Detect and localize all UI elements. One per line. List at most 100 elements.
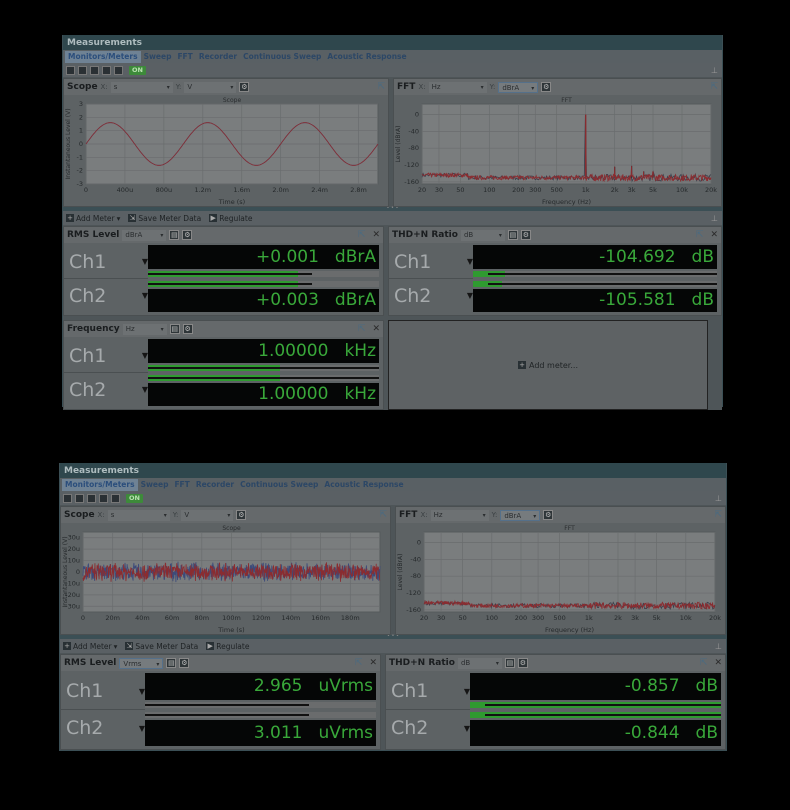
tab-sweep[interactable]: Sweep xyxy=(138,479,172,491)
display-mode-icon[interactable]: ▤ xyxy=(507,230,518,240)
layout-icon[interactable] xyxy=(66,65,75,75)
level-bar-ch2 xyxy=(148,278,379,289)
tab-acoustic-response[interactable]: Acoustic Response xyxy=(321,479,406,491)
popout-icon[interactable]: ⇱ xyxy=(377,82,385,92)
generator-on-toggle[interactable]: ON xyxy=(126,493,143,503)
level-bar-ch1 xyxy=(148,268,379,279)
y-unit-select[interactable]: dBrA ▾ xyxy=(498,81,539,93)
chevron-down-icon: ▾ xyxy=(480,83,484,91)
close-icon[interactable]: ✕ xyxy=(369,658,377,668)
meter-unit-select[interactable]: dBrA ▾ xyxy=(122,229,167,241)
display-mode-icon[interactable]: ▤ xyxy=(166,658,177,668)
tab-recorder[interactable]: Recorder xyxy=(196,51,240,63)
close-icon[interactable]: ✕ xyxy=(372,230,380,240)
settings-icon[interactable]: ⚙ xyxy=(520,230,531,240)
x-unit-select[interactable]: s ▾ xyxy=(110,81,173,93)
close-icon[interactable]: ✕ xyxy=(710,230,718,240)
y-tick-label: 0 xyxy=(417,539,421,547)
settings-icon[interactable]: ⚙ xyxy=(236,510,247,520)
readout-value: -0.857 xyxy=(624,676,680,697)
settings-icon[interactable]: ⚙ xyxy=(239,82,250,92)
settings-icon[interactable]: ⚙ xyxy=(541,82,552,92)
add-meter-button[interactable]: + Add Meter ▾ xyxy=(66,214,120,223)
meter-unit-select[interactable]: dB ▾ xyxy=(457,657,502,669)
tab-fft[interactable]: FFT xyxy=(174,51,195,63)
generator-on-toggle[interactable]: ON xyxy=(129,65,146,75)
waveform-icon[interactable] xyxy=(114,65,123,75)
y-tick-label: 10u xyxy=(68,557,80,565)
popout-icon[interactable]: ⇱ xyxy=(358,230,366,240)
scope-plot[interactable]: Scope 0 20m 40m 60m 80m 100m 120m 140m 160m 180m 30… xyxy=(61,523,390,634)
fft-plot[interactable]: FFT 20 30 50 100 200 300 500 1k 2k 3k 5k 10k 20k 0 -40 -… xyxy=(394,95,721,206)
pin-icon[interactable]: ⊥ xyxy=(711,214,718,223)
tab-continuous-sweep[interactable]: Continuous Sweep xyxy=(237,479,321,491)
settings-icon[interactable]: ⚙ xyxy=(182,230,193,240)
meter-unit-select[interactable]: Hz ▾ xyxy=(122,323,167,335)
bluetooth-icon[interactable] xyxy=(90,65,99,75)
meter-unit-select[interactable]: Vrms ▾ xyxy=(119,657,164,669)
x-tick-label: 100 xyxy=(483,186,495,194)
popout-icon[interactable]: ⇱ xyxy=(355,658,363,668)
analyzer-icon[interactable] xyxy=(78,65,87,75)
popout-icon[interactable]: ⇱ xyxy=(358,324,366,334)
meter-unit-select[interactable]: dB ▾ xyxy=(460,229,505,241)
fft-plot[interactable]: FFT 20 30 50 100 200 300 500 1k 2k 3k 5k 10k 20k 0 -40 -… xyxy=(396,523,725,634)
settings-icon[interactable]: ⚙ xyxy=(179,658,190,668)
settings-icon[interactable]: ⚙ xyxy=(182,324,193,334)
tab-sweep[interactable]: Sweep xyxy=(141,51,175,63)
popout-icon[interactable]: ⇱ xyxy=(700,658,708,668)
save-meter-data-button[interactable]: ⇲ Save Meter Data xyxy=(128,214,201,223)
display-mode-icon[interactable]: ▤ xyxy=(169,230,180,240)
y-tick-label: 2 xyxy=(79,113,83,121)
tab-fft[interactable]: FFT xyxy=(171,479,192,491)
x-tick-label: 5k xyxy=(653,614,661,622)
scope-title: Scope xyxy=(67,82,98,92)
y-unit-select[interactable]: V ▾ xyxy=(181,509,234,521)
popout-icon[interactable]: ⇱ xyxy=(696,230,704,240)
readout-unit: dB xyxy=(691,246,714,267)
tab-continuous-sweep[interactable]: Continuous Sweep xyxy=(240,51,324,63)
stop-icon[interactable] xyxy=(102,65,111,75)
display-mode-icon[interactable]: ▤ xyxy=(169,324,180,334)
waveform-icon[interactable] xyxy=(111,493,120,503)
stop-icon[interactable] xyxy=(99,493,108,503)
layout-icon[interactable] xyxy=(63,493,72,503)
settings-icon[interactable]: ⚙ xyxy=(517,658,528,668)
x-unit-select[interactable]: Hz ▾ xyxy=(428,81,487,93)
popout-icon[interactable]: ⇱ xyxy=(714,510,722,520)
x-tick-label: 0 xyxy=(84,186,88,194)
tab-monitors-meters[interactable]: Monitors/Meters xyxy=(65,50,141,63)
close-icon[interactable]: ✕ xyxy=(714,658,722,668)
y-tick-label: 1 xyxy=(79,127,83,135)
x-tick-label: 10k xyxy=(680,614,692,622)
meter-header: RMS Level dBrA ▾ ▤ ⚙ ⇱ ✕ xyxy=(64,227,383,243)
tab-acoustic-response[interactable]: Acoustic Response xyxy=(324,51,409,63)
bluetooth-icon[interactable] xyxy=(87,493,96,503)
scope-plot[interactable]: Scope 0 400u 800u 1.2m 1.6m 2.0m 2.4m 2.8m 3 2 1 0 -1… xyxy=(64,95,388,206)
x-unit-select[interactable]: Hz ▾ xyxy=(430,509,489,521)
x-unit-select[interactable]: s ▾ xyxy=(107,509,170,521)
tab-monitors-meters[interactable]: Monitors/Meters xyxy=(62,478,138,491)
pin-icon[interactable]: ⊥ xyxy=(715,642,722,651)
analyzer-icon[interactable] xyxy=(75,493,84,503)
close-icon[interactable]: ✕ xyxy=(372,324,380,334)
measurements-window-bottom: Measurements Monitors/Meters Sweep FFT Recor… xyxy=(59,463,727,751)
save-meter-data-button[interactable]: ⇲ Save Meter Data xyxy=(125,642,198,651)
add-meter-button[interactable]: + Add Meter ▾ xyxy=(63,642,117,651)
channel-displays: -104.692 dB -105.581 dB xyxy=(473,245,717,312)
x-tick-label: 50 xyxy=(456,186,464,194)
channel-labels: Ch1 ▼ Ch2 ▼ xyxy=(386,673,470,746)
y-unit-select[interactable]: V ▾ xyxy=(184,81,237,93)
popout-icon[interactable]: ⇱ xyxy=(710,82,718,92)
y-unit-select[interactable]: dBrA ▾ xyxy=(500,509,541,521)
x-tick-label: 2k xyxy=(614,614,622,622)
regulate-button[interactable]: ▶ Regulate xyxy=(209,214,252,223)
regulate-button[interactable]: ▶ Regulate xyxy=(206,642,249,651)
pin-icon[interactable]: ⊥ xyxy=(711,66,718,75)
pin-icon[interactable]: ⊥ xyxy=(715,494,722,503)
display-mode-icon[interactable]: ▤ xyxy=(504,658,515,668)
add-meter-placeholder[interactable]: + Add meter... xyxy=(388,320,708,410)
tab-recorder[interactable]: Recorder xyxy=(193,479,237,491)
settings-icon[interactable]: ⚙ xyxy=(543,510,554,520)
popout-icon[interactable]: ⇱ xyxy=(379,510,387,520)
